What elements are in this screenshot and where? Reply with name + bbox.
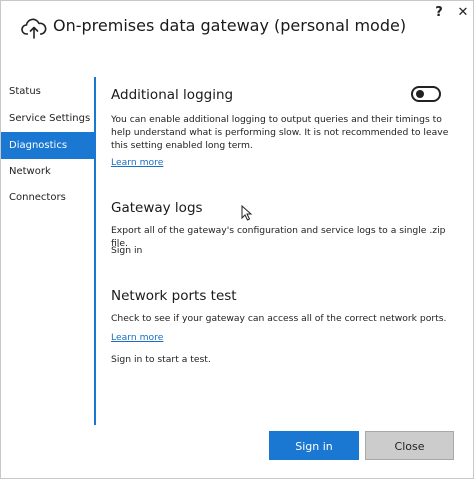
help-button[interactable]: ? <box>428 3 450 23</box>
gateway-window: On-premises data gateway (personal mode)… <box>0 0 474 479</box>
sidebar-divider <box>94 77 96 425</box>
gateway-logs-description: Export all of the gateway's configuratio… <box>111 225 446 249</box>
sidebar-item-network[interactable]: Network <box>1 158 94 185</box>
additional-logging-title: Additional logging <box>111 87 234 103</box>
title-bar: On-premises data gateway (personal mode)… <box>1 1 473 59</box>
gateway-logs-title: Gateway logs <box>111 200 203 216</box>
sidebar-item-diagnostics[interactable]: Diagnostics <box>1 132 94 159</box>
window-close-button[interactable]: ✕ <box>454 3 472 23</box>
sidebar-item-status[interactable]: Status <box>1 78 94 105</box>
window-title: On-premises data gateway (personal mode) <box>53 16 407 35</box>
network-ports-test-title: Network ports test <box>111 288 237 304</box>
ports-test-status: Sign in to start a test. <box>111 354 211 365</box>
toggle-knob <box>416 90 424 98</box>
sidebar-item-connectors[interactable]: Connectors <box>1 184 94 211</box>
network-ports-test-description: Check to see if your gateway can access … <box>111 313 447 324</box>
close-button[interactable]: Close <box>365 431 454 460</box>
sidebar-item-service-settings[interactable]: Service Settings <box>1 105 94 132</box>
sidebar: Status Service Settings Diagnostics Netw… <box>1 77 94 425</box>
cloud-upload-icon <box>21 18 47 39</box>
additional-logging-description: You can enable additional logging to out… <box>111 114 449 151</box>
additional-logging-toggle[interactable] <box>411 86 441 102</box>
mouse-pointer-icon <box>241 205 253 221</box>
ports-test-learn-more-link[interactable]: Learn more <box>111 332 163 343</box>
sign-in-button[interactable]: Sign in <box>269 431 359 460</box>
logging-learn-more-link[interactable]: Learn more <box>111 157 163 168</box>
gateway-logs-sign-in-link[interactable]: Sign in <box>111 245 142 256</box>
